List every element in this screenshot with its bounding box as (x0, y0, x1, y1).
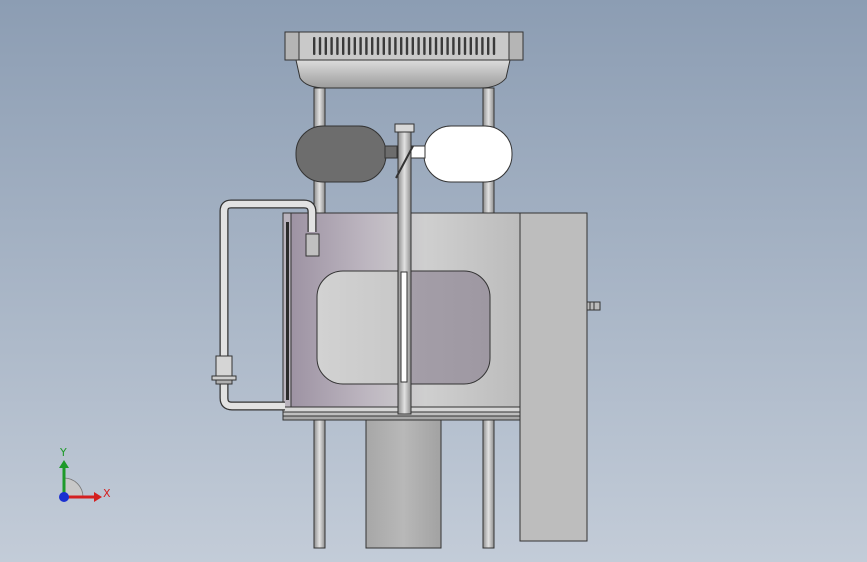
vent-slot (475, 37, 478, 55)
central-shaft[interactable] (394, 123, 415, 415)
vent-slot (400, 37, 403, 55)
left-tank[interactable] (295, 125, 387, 183)
vent-slot (353, 37, 356, 55)
right-tank[interactable] (423, 125, 513, 183)
vent-slot (382, 37, 385, 55)
vent-slot (336, 37, 339, 55)
vent-slot (487, 37, 490, 55)
side-cabinet[interactable] (519, 212, 588, 542)
vent-slot (405, 37, 409, 55)
base-column[interactable] (365, 417, 442, 549)
pipe-valve[interactable] (211, 355, 237, 385)
vent-slot (371, 37, 374, 55)
vent-slot (434, 37, 438, 55)
vent-slot (411, 37, 414, 55)
vent-slot (440, 37, 443, 55)
vent-slot (463, 37, 467, 55)
vent-slot (388, 37, 391, 55)
vent-slot (446, 37, 449, 55)
vent-slot (313, 37, 316, 55)
vent-slot (469, 37, 472, 55)
pipe-connector-top[interactable] (305, 233, 320, 257)
z-axis-dot (59, 492, 69, 502)
vent-slot (394, 37, 397, 55)
vent-slot (318, 37, 322, 55)
vent-slot (347, 37, 351, 55)
coordinate-triad: Y X (59, 446, 111, 502)
vent-slot (359, 37, 362, 55)
vent-slot (324, 37, 327, 55)
vent-slot (481, 37, 484, 55)
x-axis-label: X (103, 487, 111, 500)
vent-slot (429, 37, 432, 55)
y-axis-label: Y (59, 446, 67, 459)
vent-slot (330, 37, 333, 55)
vent-slot (423, 37, 426, 55)
vent-slot (365, 37, 368, 55)
vent-slot (417, 37, 420, 55)
vent-slot (492, 37, 496, 55)
vent-slot (458, 37, 461, 55)
vent-slot (342, 37, 345, 55)
y-axis-arrowhead (59, 460, 69, 468)
vent-slot (376, 37, 380, 55)
cad-viewport[interactable]: Y X (0, 0, 867, 562)
x-axis-arrowhead (94, 492, 102, 502)
top-head[interactable] (284, 31, 524, 89)
vent-slot (452, 37, 455, 55)
machine-model[interactable] (211, 31, 601, 549)
